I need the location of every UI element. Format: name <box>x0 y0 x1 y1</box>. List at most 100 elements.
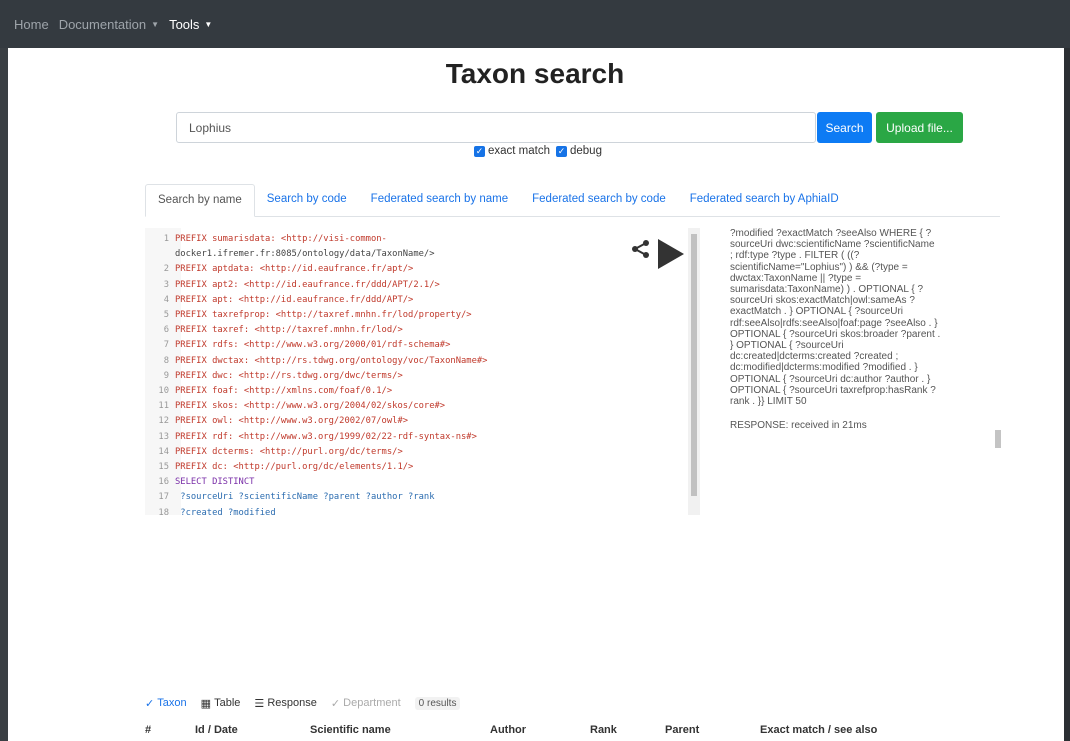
code-text: ?sourceUri ?scientificName ?parent ?auth… <box>175 492 435 503</box>
code-line: 18 ?created ?modified <box>145 506 275 515</box>
debug-line: dc:created|dcterms:created ?created ; <box>730 351 899 363</box>
code-text: PREFIX apt2: <http://id.eaufrance.fr/ddd… <box>175 279 440 290</box>
result-tab-response[interactable]: ☰ Response <box>254 697 316 710</box>
result-tab-department-label: Department <box>343 697 401 709</box>
debug-scrollbar[interactable] <box>993 228 1003 460</box>
debug-line: OPTIONAL { ?sourceUri taxrefprop:hasRank… <box>730 384 936 396</box>
nav-home-label: Home <box>14 16 49 32</box>
code-line: 16 SELECT DISTINCT <box>145 475 254 489</box>
line-number: 13 <box>158 431 169 442</box>
tab-search-by-name[interactable]: Search by name <box>145 184 255 217</box>
tab-federated-search-by-aphiaid[interactable]: Federated search by AphiaID <box>678 184 851 216</box>
line-number: 8 <box>163 355 169 366</box>
col-rank: Rank <box>590 724 617 736</box>
code-text: PREFIX aptdata: <http://id.eaufrance.fr/… <box>175 264 414 275</box>
tab-federated-search-by-code[interactable]: Federated search by code <box>520 184 678 216</box>
debug-line: ; rdf:type ?type . FILTER ( ((? <box>730 250 860 262</box>
code-text: PREFIX rdfs: <http://www.w3.org/2000/01/… <box>175 340 451 351</box>
debug-line: ?modified ?exactMatch ?seeAlso WHERE { ? <box>730 228 932 239</box>
col-index: # <box>145 724 152 736</box>
editor-scroll-thumb[interactable] <box>691 234 697 496</box>
window-frame-right <box>1064 0 1070 741</box>
search-input[interactable] <box>176 112 816 143</box>
results-count-badge: 0 results <box>414 696 461 710</box>
line-number: 2 <box>163 264 169 275</box>
col-author: Author <box>490 724 527 736</box>
run-query-play-icon[interactable] <box>656 238 686 270</box>
result-tab-taxon[interactable]: ✓ Taxon <box>145 697 187 710</box>
nav-tools[interactable]: Tools ▼ <box>169 17 212 32</box>
line-number: 16 <box>158 477 169 488</box>
result-tab-response-label: Response <box>267 697 317 709</box>
code-text: SELECT DISTINCT <box>175 477 255 488</box>
code-text: PREFIX taxref: <http://taxref.mnhn.fr/lo… <box>175 325 403 336</box>
debug-output-panel: ?modified ?exactMatch ?seeAlso WHERE { ?… <box>730 228 1000 460</box>
line-number: 6 <box>163 325 169 336</box>
page-title: Taxon search <box>445 58 625 89</box>
search-button[interactable]: Search <box>817 112 872 143</box>
line-number: 14 <box>158 446 169 457</box>
line-number: 1 <box>163 234 169 244</box>
result-tab-department: ✓ Department <box>330 697 401 710</box>
editor-scrollbar[interactable] <box>688 228 700 515</box>
code-line: 11 PREFIX skos: <http://www.w3.org/2004/0… <box>145 399 445 413</box>
code-text: docker1.ifremer.fr:8085/ontology/data/Ta… <box>175 249 435 260</box>
exact-match-checkbox[interactable]: ✓ <box>474 145 485 157</box>
code-line: 7 PREFIX rdfs: <http://www.w3.org/2000/01… <box>145 338 451 352</box>
code-line: 9 PREFIX dwc: <http://rs.tdwg.org/dwc/ter… <box>145 369 403 383</box>
list-icon: ☰ <box>254 697 265 710</box>
debug-line: sourceUri dwc:scientificName ?scientific… <box>730 239 935 251</box>
code-text: PREFIX dcterms: <http://purl.org/dc/term… <box>175 446 403 457</box>
code-line: 14 PREFIX dcterms: <http://purl.org/dc/te… <box>145 445 403 459</box>
nav-home[interactable]: Home <box>14 17 49 32</box>
code-line: 13 PREFIX rdf: <http://www.w3.org/1999/02… <box>145 430 477 444</box>
code-text: PREFIX apt: <http://id.eaufrance.fr/ddd/… <box>175 294 414 305</box>
line-number: 5 <box>163 310 169 320</box>
debug-line: rdf:seeAlso|rdfs:seeAlso|foaf:page ?seeA… <box>730 317 938 329</box>
share-icon[interactable] <box>631 239 651 259</box>
search-tabs: Search by name Search by code Federated … <box>145 184 1000 217</box>
code-line: 10 PREFIX foaf: <http://xmlns.com/foaf/0.… <box>145 384 392 398</box>
result-tab-table[interactable]: ▦ Table <box>201 697 241 710</box>
debug-line: dwctax:TaxonName || ?type = <box>730 272 862 284</box>
code-text: PREFIX rdf: <http://www.w3.org/1999/02/2… <box>175 431 477 442</box>
code-line: 1 PREFIX sumarisdata: <http://visi-common… <box>145 232 387 246</box>
col-exact-match: Exact match / see also <box>760 724 878 736</box>
table-icon: ▦ <box>200 697 212 710</box>
line-number: 12 <box>158 416 169 427</box>
debug-line: OPTIONAL { ?sourceUri skos:broader ?pare… <box>730 328 941 340</box>
tab-search-by-code[interactable]: Search by code <box>255 184 359 216</box>
sparql-editor[interactable]: 1 PREFIX sumarisdata: <http://visi-common… <box>145 228 705 515</box>
nav-tools-label: Tools <box>169 16 200 32</box>
line-number: 3 <box>163 279 169 290</box>
debug-line: } OPTIONAL { ?sourceUri <box>730 340 844 352</box>
debug-line: exactMatch . } OPTIONAL { ?sourceUri <box>730 306 904 318</box>
upload-file-button[interactable]: Upload file... <box>876 112 963 143</box>
line-number: 11 <box>158 401 169 412</box>
code-text: PREFIX dc: <http://purl.org/dc/elements/… <box>175 462 414 472</box>
line-number: 4 <box>163 294 169 305</box>
code-line: 15 PREFIX dc: <http://purl.org/dc/element… <box>145 460 413 474</box>
code-line: 12 PREFIX owl: <http://www.w3.org/2002/07… <box>145 414 408 428</box>
nav-documentation[interactable]: Documentation ▼ <box>59 17 159 32</box>
search-options: ✓ exact match ✓ debug <box>0 145 1070 157</box>
exact-match-label: exact match <box>488 145 550 157</box>
debug-checkbox[interactable]: ✓ <box>556 145 567 157</box>
code-text: PREFIX dwctax: <http://rs.tdwg.org/ontol… <box>175 355 488 366</box>
result-tab-table-label: Table <box>214 697 241 709</box>
tab-federated-search-by-name[interactable]: Federated search by name <box>359 184 520 216</box>
line-number: 9 <box>163 370 169 381</box>
code-line: 17 ?sourceUri ?scientificName ?parent ?a… <box>145 490 435 504</box>
top-navbar: Home Documentation ▼ Tools ▼ <box>0 0 1070 48</box>
line-number: 7 <box>163 340 169 351</box>
debug-line: sourceUri skos:exactMatch|owl:sameAs ? <box>730 295 915 307</box>
debug-line: OPTIONAL { ?sourceUri dc:author ?author … <box>730 373 931 385</box>
debug-scroll-thumb[interactable] <box>995 430 1001 448</box>
code-text: PREFIX foaf: <http://xmlns.com/foaf/0.1/… <box>175 386 393 396</box>
debug-line: scientificName="Lophius") ) && (?type = <box>730 261 908 273</box>
code-line: 3 PREFIX apt2: <http://id.eaufrance.fr/dd… <box>145 278 440 292</box>
line-number: 15 <box>158 462 169 472</box>
caret-down-icon: ▼ <box>151 19 160 29</box>
debug-response-text: RESPONSE: received in 21ms <box>730 420 867 432</box>
code-line: docker1.ifremer.fr:8085/ontology/data/Ta… <box>145 247 435 261</box>
